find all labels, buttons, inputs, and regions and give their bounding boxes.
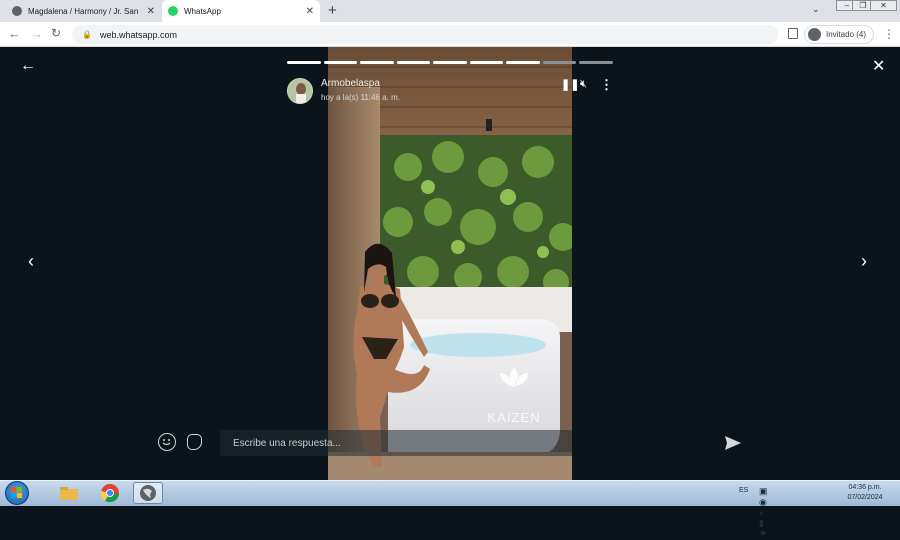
tab-label: WhatsApp bbox=[184, 6, 221, 16]
reload-icon[interactable]: ↻ bbox=[51, 26, 61, 40]
mute-icon[interactable]: 🔇︎ bbox=[580, 78, 587, 91]
status-time: hoy a la(s) 11:46 a. m. bbox=[321, 93, 400, 102]
profile-label: Invitado (4) bbox=[826, 30, 867, 39]
globe-icon bbox=[12, 6, 22, 16]
watermark-text: KAIZEN bbox=[488, 410, 541, 425]
start-button[interactable] bbox=[5, 481, 29, 505]
tab-close-icon[interactable]: ✕ bbox=[147, 6, 155, 17]
new-tab-button[interactable]: + bbox=[328, 2, 337, 19]
tab-search-icon[interactable]: ⌄ bbox=[812, 4, 820, 15]
status-avatar[interactable] bbox=[287, 78, 313, 104]
address-bar[interactable]: 🔒 web.whatsapp.com bbox=[72, 25, 778, 44]
tab-magdalena[interactable]: Magdalena / Harmony / Jr. San M ✕ bbox=[6, 0, 161, 22]
clock-time: 04:36 p.m. bbox=[848, 484, 882, 491]
browser-taskbar-icon[interactable] bbox=[133, 482, 163, 504]
progress-segment bbox=[433, 61, 467, 64]
reply-input[interactable]: Escribe una respuesta... bbox=[220, 430, 572, 456]
lock-icon: 🔒 bbox=[82, 30, 92, 39]
window-close-button[interactable]: ✕ bbox=[870, 0, 897, 11]
progress-segment bbox=[396, 61, 431, 64]
progress-segment bbox=[469, 61, 504, 64]
browser-menu-icon[interactable]: ⋮ bbox=[883, 27, 895, 41]
tab-whatsapp[interactable]: WhatsApp ✕ bbox=[162, 0, 320, 22]
send-icon[interactable] bbox=[724, 435, 742, 456]
address-text: web.whatsapp.com bbox=[99, 29, 178, 40]
taskbar-clock[interactable]: 04:36 p.m. 07/02/2024 bbox=[836, 483, 894, 503]
status-photo: KAIZEN bbox=[328, 47, 572, 480]
progress-segment bbox=[506, 61, 540, 64]
pause-icon[interactable]: ❚❚ bbox=[561, 78, 579, 91]
side-panel-icon[interactable] bbox=[788, 28, 798, 39]
chevron-left-icon[interactable]: ‹ bbox=[28, 251, 34, 272]
profile-avatar-icon bbox=[808, 28, 821, 41]
chevron-right-icon[interactable]: › bbox=[861, 251, 867, 272]
progress-segment bbox=[542, 61, 577, 64]
progress-segment bbox=[323, 61, 358, 64]
menu-dots-icon[interactable]: ⋮ bbox=[600, 77, 613, 93]
back-icon[interactable]: ← bbox=[8, 26, 21, 41]
reply-placeholder: Escribe una respuesta... bbox=[233, 437, 341, 449]
tray-icons[interactable]: ▣ ◉ ◐ ▮ ⚑ bbox=[759, 486, 768, 540]
whatsapp-icon bbox=[168, 6, 178, 16]
status-user-name[interactable]: Armobelaspa bbox=[321, 78, 380, 89]
progress-segment bbox=[360, 61, 394, 64]
close-icon[interactable]: ✕ bbox=[872, 56, 885, 76]
status-media[interactable]: KAIZEN bbox=[328, 47, 572, 480]
tab-close-icon[interactable]: ✕ bbox=[306, 6, 314, 17]
profile-button[interactable]: Invitado (4) bbox=[804, 25, 874, 44]
emoji-icon[interactable] bbox=[158, 433, 176, 451]
progress-segment bbox=[287, 61, 321, 64]
clock-date: 07/02/2024 bbox=[847, 494, 883, 501]
progress-segment bbox=[579, 61, 613, 64]
language-indicator[interactable]: ES bbox=[739, 487, 748, 494]
tab-label: Magdalena / Harmony / Jr. San M bbox=[28, 6, 141, 16]
file-explorer-icon[interactable] bbox=[56, 482, 82, 504]
chrome-icon[interactable] bbox=[97, 482, 123, 504]
forward-icon[interactable]: → bbox=[30, 26, 43, 41]
back-arrow-icon[interactable]: ← bbox=[20, 57, 36, 75]
